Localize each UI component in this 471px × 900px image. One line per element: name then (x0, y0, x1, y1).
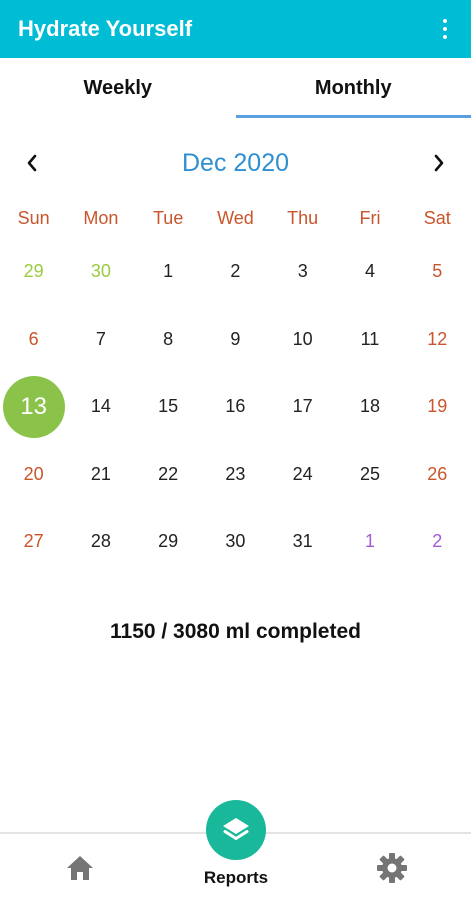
calendar-day[interactable]: 1 (336, 508, 403, 576)
weekday-label: Sat (423, 208, 451, 228)
month-title: Dec 2020 (181, 148, 290, 177)
calendar-day[interactable]: 24 (269, 441, 336, 509)
month-navigation: Dec 2020 (0, 140, 471, 186)
calendar-day[interactable]: 30 (67, 238, 134, 306)
overflow-menu-icon[interactable] (433, 14, 457, 44)
calendar-day[interactable]: 31 (269, 508, 336, 576)
calendar-day[interactable]: 25 (336, 441, 403, 509)
reports-button[interactable] (206, 800, 266, 860)
calendar-day[interactable]: 27 (0, 508, 67, 576)
calendar-day[interactable]: 26 (404, 441, 471, 509)
weekday-label: Wed (217, 208, 254, 228)
chevron-right-icon[interactable] (427, 148, 451, 178)
calendar-day[interactable]: 7 (67, 306, 134, 374)
tab-weekly[interactable]: Weekly (0, 58, 236, 118)
weekday-label: Thu (287, 208, 319, 228)
calendar-day[interactable]: 12 (404, 306, 471, 374)
calendar-day[interactable]: 10 (269, 306, 336, 374)
calendar-day[interactable]: 30 (202, 508, 269, 576)
calendar-day[interactable]: 23 (202, 441, 269, 509)
calendar-day-selected[interactable]: 13 (0, 373, 67, 441)
home-icon[interactable] (50, 834, 110, 900)
calendar-day[interactable]: 29 (0, 238, 67, 306)
weekday-header: Sun Mon Tue Wed Thu Fri Sat (0, 208, 471, 236)
calendar-day[interactable]: 8 (135, 306, 202, 374)
calendar-day[interactable]: 28 (67, 508, 134, 576)
calendar-day[interactable]: 16 (202, 373, 269, 441)
weekday-label: Sun (17, 208, 50, 228)
calendar-week: 27 28 29 30 31 1 2 (0, 508, 471, 576)
calendar-week: 13 14 15 16 17 18 19 (0, 373, 471, 441)
calendar-day[interactable]: 2 (202, 238, 269, 306)
layers-icon (223, 818, 249, 840)
calendar-day[interactable]: 9 (202, 306, 269, 374)
calendar-grid: 29 30 1 2 3 4 5 6 7 8 9 10 11 12 13 14 1… (0, 238, 471, 576)
calendar-day[interactable]: 3 (269, 238, 336, 306)
calendar-day[interactable]: 18 (336, 373, 403, 441)
calendar-day[interactable]: 19 (404, 373, 471, 441)
calendar-day[interactable]: 2 (404, 508, 471, 576)
calendar-day[interactable]: 1 (135, 238, 202, 306)
calendar-week: 20 21 22 23 24 25 26 (0, 441, 471, 509)
tab-monthly[interactable]: Monthly (235, 58, 471, 118)
calendar-day[interactable]: 22 (135, 441, 202, 509)
calendar-day[interactable]: 20 (0, 441, 67, 509)
app-title: Hydrate Yourself (18, 16, 193, 41)
calendar-week: 29 30 1 2 3 4 5 (0, 238, 471, 306)
weekday-label: Tue (152, 208, 184, 228)
calendar-day[interactable]: 14 (67, 373, 134, 441)
calendar-day[interactable]: 11 (336, 306, 403, 374)
calendar-day[interactable]: 6 (0, 306, 67, 374)
chevron-left-icon[interactable] (20, 148, 44, 178)
weekday-label: Fri (359, 208, 381, 228)
calendar-day[interactable]: 15 (135, 373, 202, 441)
weekday-label: Mon (83, 208, 119, 228)
gear-icon[interactable] (362, 834, 422, 900)
tab-bar: Weekly Monthly (0, 58, 471, 118)
calendar-day[interactable]: 5 (404, 238, 471, 306)
reports-label[interactable]: Reports (176, 868, 296, 888)
app-bar: Hydrate Yourself (0, 0, 471, 58)
intake-progress-text: 1150 / 3080 ml completed (110, 620, 361, 643)
calendar-day[interactable]: 21 (67, 441, 134, 509)
calendar-day[interactable]: 4 (336, 238, 403, 306)
calendar-day[interactable]: 29 (135, 508, 202, 576)
calendar-day[interactable]: 17 (269, 373, 336, 441)
calendar-week: 6 7 8 9 10 11 12 (0, 306, 471, 374)
